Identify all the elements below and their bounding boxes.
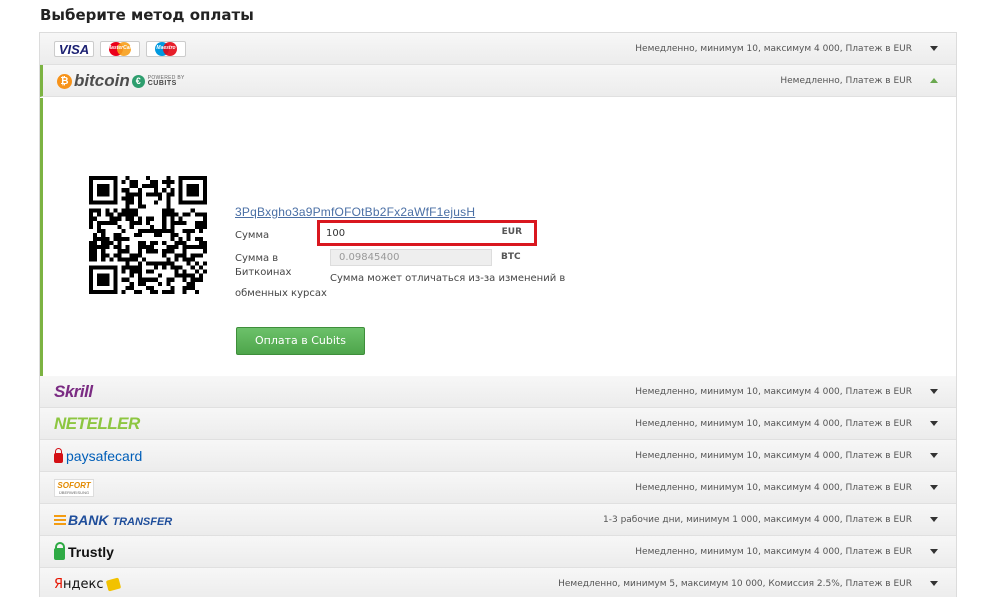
- wallet-icon: [105, 577, 121, 591]
- bitcoin-panel: 3PqBxgho3a9PmfOFOtBb2Fx2aWfF1ejusH Сумма…: [40, 98, 956, 376]
- chevron-down-icon[interactable]: [930, 485, 938, 490]
- btc-label-1: Сумма в: [235, 253, 279, 264]
- neteller-logo: NETELLER: [54, 414, 140, 433]
- chevron-up-icon[interactable]: [930, 78, 938, 83]
- skrill-logo: Skrill: [54, 382, 93, 401]
- visa-logo: VISA: [54, 41, 94, 57]
- cards-logos: VISA MasterCard Maestro: [54, 37, 192, 61]
- exchange-rate-note: Сумма может отличаться из-за изменений в: [330, 273, 566, 284]
- bank-transfer-logo: BANK TRANSFER: [54, 508, 172, 532]
- chevron-down-icon[interactable]: [930, 389, 938, 394]
- lock-icon: [54, 541, 65, 560]
- method-info: Немедленно, минимум 10, максимум 4 000, …: [635, 44, 912, 54]
- lock-icon: [54, 447, 63, 463]
- bank-lines-icon: [54, 514, 66, 526]
- payment-method-skrill[interactable]: Skrill Немедленно, минимум 10, максимум …: [40, 376, 956, 408]
- btc-currency: BTC: [501, 252, 521, 262]
- method-info: Немедленно, минимум 10, максимум 4 000, …: [635, 547, 912, 557]
- payment-method-cards[interactable]: VISA MasterCard Maestro Немедленно, мини…: [40, 33, 956, 65]
- btc-label-2: Биткоинах: [235, 267, 292, 278]
- method-info: 1-3 рабочие дни, минимум 1 000, максимум…: [603, 515, 912, 525]
- chevron-down-icon[interactable]: [930, 453, 938, 458]
- method-info: Немедленно, минимум 10, максимум 4 000, …: [635, 419, 912, 429]
- amount-highlight-box: EUR: [317, 220, 537, 246]
- method-info: Немедленно, минимум 5, максимум 10 000, …: [558, 579, 912, 589]
- method-info: Немедленно, минимум 10, максимум 4 000, …: [635, 451, 912, 461]
- bitcoin-address-link[interactable]: 3PqBxgho3a9PmfOFOtBb2Fx2aWfF1ejusH: [235, 205, 475, 219]
- paysafecard-logo: paysafecard: [54, 444, 142, 468]
- bitcoin-cubits-logo: ₿ bitcoin € POWERED BY CUBITS: [57, 69, 185, 93]
- euro-icon: €: [131, 74, 145, 88]
- pay-cubits-button[interactable]: Оплата в Cubits: [236, 327, 365, 355]
- maestro-logo: Maestro: [146, 41, 186, 57]
- payment-method-paysafecard[interactable]: paysafecard Немедленно, минимум 10, макс…: [40, 440, 956, 472]
- chevron-down-icon[interactable]: [930, 581, 938, 586]
- payment-methods-list: VISA MasterCard Maestro Немедленно, мини…: [39, 32, 957, 597]
- yandex-money-logo: Яндекс: [54, 572, 121, 596]
- trustly-logo: Trustly: [54, 540, 114, 564]
- chevron-down-icon[interactable]: [930, 517, 938, 522]
- amount-currency: EUR: [501, 227, 522, 237]
- amount-label: Сумма: [235, 230, 270, 241]
- mastercard-logo: MasterCard: [100, 41, 140, 57]
- chevron-down-icon[interactable]: [930, 549, 938, 554]
- amount-input[interactable]: [326, 226, 496, 240]
- payment-method-yandex[interactable]: Яндекс Немедленно, минимум 5, максимум 1…: [40, 568, 956, 597]
- payment-method-sofort[interactable]: SOFORT ÜBERWEISUNG Немедленно, минимум 10…: [40, 472, 956, 504]
- method-info: Немедленно, минимум 10, максимум 4 000, …: [635, 387, 912, 397]
- payment-method-bitcoin[interactable]: ₿ bitcoin € POWERED BY CUBITS Немедленно,…: [40, 65, 956, 97]
- payment-method-bank-transfer[interactable]: BANK TRANSFER 1-3 рабочие дни, минимум 1…: [40, 504, 956, 536]
- method-info: Немедленно, минимум 10, максимум 4 000, …: [635, 483, 912, 493]
- chevron-down-icon[interactable]: [930, 46, 938, 51]
- bitcoin-coin-icon: ₿: [57, 73, 72, 89]
- method-info: Немедленно, Платеж в EUR: [780, 76, 912, 86]
- btc-label-3: обменных курсах: [235, 288, 327, 299]
- sofort-logo: SOFORT ÜBERWEISUNG: [54, 476, 94, 500]
- payment-method-trustly[interactable]: Trustly Немедленно, минимум 10, максимум…: [40, 536, 956, 568]
- bitcoin-qr-code: [89, 176, 207, 294]
- chevron-down-icon[interactable]: [930, 421, 938, 426]
- page-title: Выберите метод оплаты: [40, 6, 254, 24]
- btc-amount-field: 0.09845400: [330, 249, 492, 266]
- payment-method-neteller[interactable]: NETELLER Немедленно, минимум 10, максиму…: [40, 408, 956, 440]
